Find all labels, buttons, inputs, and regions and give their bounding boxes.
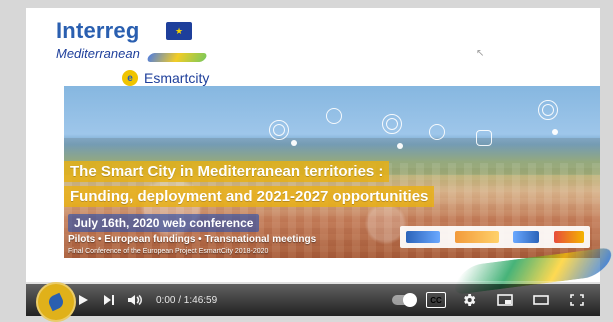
- banner-date: July 16th, 2020 web conference: [68, 214, 260, 232]
- gear-icon: [464, 294, 476, 306]
- fullscreen-button[interactable]: [564, 287, 590, 313]
- time-display: 0:00 / 1:46:59: [156, 294, 218, 306]
- partner-logo-icon: [553, 231, 584, 243]
- player-controls: 0:00 / 1:46:59 CC: [26, 284, 600, 316]
- partner-logo-icon: [513, 231, 540, 243]
- spark-icon: [397, 143, 403, 149]
- spark-icon: [552, 129, 558, 135]
- volume-icon: [128, 294, 143, 306]
- mouse-cursor-icon: ↖: [476, 48, 485, 59]
- network-node-icon: [382, 114, 402, 134]
- settings-button[interactable]: [456, 287, 482, 313]
- leaf-icon: [46, 292, 66, 312]
- spark-icon: [291, 140, 297, 146]
- brand-interreg: Interreg: [56, 18, 140, 43]
- partner-logo-icon: [406, 231, 440, 243]
- partner-logos: [400, 226, 590, 248]
- autoplay-toggle[interactable]: [392, 293, 417, 307]
- video-frame[interactable]: Interreg ★ Mediterranean e Esmartcity ↖ …: [26, 8, 600, 282]
- eu-flag-icon: ★: [166, 22, 192, 40]
- partner-logo-icon: [454, 231, 499, 243]
- wifi-icon: [326, 108, 342, 124]
- brand-mediterranean: Mediterranean: [56, 46, 140, 61]
- banner-title-block: The Smart City in Mediterranean territor…: [64, 159, 600, 209]
- volume-button[interactable]: [122, 287, 148, 313]
- theater-mode-icon: [533, 295, 549, 305]
- left-controls: 0:00 / 1:46:59: [70, 284, 217, 316]
- right-controls: CC: [392, 284, 590, 316]
- theater-mode-button[interactable]: [528, 287, 554, 313]
- brand-swoosh-icon: [145, 53, 209, 62]
- play-icon: [79, 295, 88, 305]
- channel-avatar[interactable]: [36, 282, 76, 322]
- miniplayer-button[interactable]: [492, 287, 518, 313]
- banner-final-conference: Final Conference of the European Project…: [68, 248, 269, 255]
- brand-esmartcity-text: Esmartcity: [144, 70, 210, 86]
- building-icon: [476, 130, 492, 146]
- miniplayer-icon: [497, 294, 513, 306]
- esmartcity-logo-icon: e: [122, 70, 138, 86]
- banner-tags: Pilots • European fundings • Transnation…: [68, 234, 317, 245]
- closed-captions-button[interactable]: CC: [426, 292, 446, 308]
- video-stage: Interreg ★ Mediterranean e Esmartcity ↖ …: [0, 0, 613, 322]
- brand-esmartcity: e Esmartcity: [122, 70, 209, 86]
- banner-title-line-1: The Smart City in Mediterranean territor…: [64, 161, 390, 182]
- banner-image: The Smart City in Mediterranean territor…: [64, 86, 600, 258]
- fullscreen-icon: [570, 294, 584, 306]
- next-button[interactable]: [96, 287, 122, 313]
- smart-home-icon: [269, 120, 289, 140]
- energy-icon: [538, 100, 558, 120]
- next-icon: [104, 295, 114, 305]
- brand-block: Interreg ★ Mediterranean e Esmartcity: [56, 18, 296, 96]
- cc-label: CC: [430, 295, 442, 305]
- banner-title-line-2: Funding, deployment and 2021-2027 opport…: [64, 186, 435, 207]
- lightbulb-icon: [429, 124, 445, 140]
